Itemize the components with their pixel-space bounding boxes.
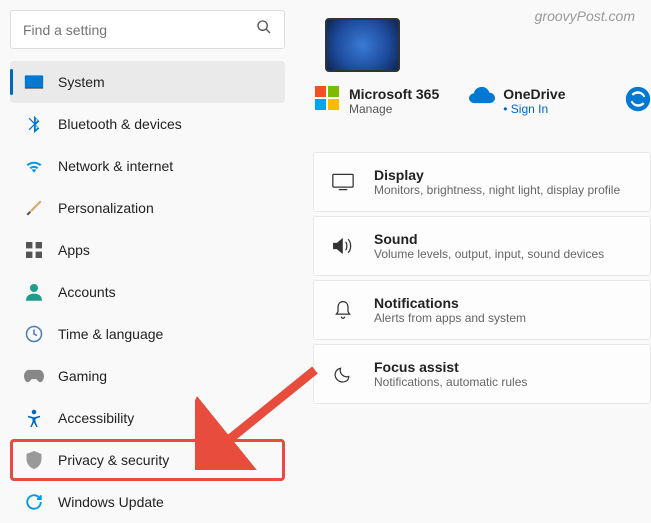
- service-microsoft365[interactable]: Microsoft 365 Manage: [315, 86, 439, 116]
- sidebar-item-accounts[interactable]: Accounts: [10, 271, 285, 313]
- gamepad-icon: [24, 366, 44, 386]
- sync-icon[interactable]: [625, 86, 651, 112]
- sidebar-item-gaming[interactable]: Gaming: [10, 355, 285, 397]
- apps-icon: [24, 240, 44, 260]
- search-input[interactable]: [23, 22, 256, 38]
- main-content: Microsoft 365 Manage OneDrive Sign In Di…: [295, 0, 651, 513]
- moon-icon: [332, 363, 354, 385]
- sidebar-item-label: Windows Update: [58, 494, 164, 510]
- search-box[interactable]: [10, 10, 285, 49]
- bluetooth-icon: [24, 114, 44, 134]
- search-icon: [256, 19, 272, 40]
- onedrive-icon: [469, 86, 493, 110]
- sound-icon: [332, 235, 354, 257]
- card-focus-assist[interactable]: Focus assist Notifications, automatic ru…: [313, 344, 651, 404]
- card-sound[interactable]: Sound Volume levels, output, input, soun…: [313, 216, 651, 276]
- card-display[interactable]: Display Monitors, brightness, night ligh…: [313, 152, 651, 212]
- service-sub: Manage: [349, 102, 439, 116]
- card-notifications[interactable]: Notifications Alerts from apps and syste…: [313, 280, 651, 340]
- wifi-icon: [24, 156, 44, 176]
- sidebar-item-privacy-security[interactable]: Privacy & security: [10, 439, 285, 481]
- sidebar-item-accessibility[interactable]: Accessibility: [10, 397, 285, 439]
- accessibility-icon: [24, 408, 44, 428]
- system-icon: [24, 72, 44, 92]
- sidebar-item-label: Accounts: [58, 284, 116, 300]
- sidebar-item-label: System: [58, 74, 105, 90]
- shield-icon: [24, 450, 44, 470]
- sidebar-item-label: Accessibility: [58, 410, 134, 426]
- card-title: Focus assist: [374, 359, 527, 375]
- update-icon: [24, 492, 44, 512]
- display-icon: [332, 171, 354, 193]
- service-title: OneDrive: [503, 86, 565, 102]
- sidebar-item-label: Network & internet: [58, 158, 173, 174]
- bell-icon: [332, 299, 354, 321]
- person-icon: [24, 282, 44, 302]
- sidebar-item-apps[interactable]: Apps: [10, 229, 285, 271]
- card-title: Sound: [374, 231, 604, 247]
- sidebar-item-bluetooth[interactable]: Bluetooth & devices: [10, 103, 285, 145]
- sidebar-item-label: Personalization: [58, 200, 154, 216]
- sidebar: System Bluetooth & devices Network & int…: [0, 0, 295, 513]
- sidebar-item-label: Gaming: [58, 368, 107, 384]
- sidebar-item-windows-update[interactable]: Windows Update: [10, 481, 285, 523]
- card-sub: Monitors, brightness, night light, displ…: [374, 183, 620, 197]
- account-image[interactable]: [325, 18, 400, 72]
- service-sub[interactable]: Sign In: [503, 102, 565, 116]
- sidebar-item-time-language[interactable]: Time & language: [10, 313, 285, 355]
- service-onedrive[interactable]: OneDrive Sign In: [469, 86, 565, 116]
- sidebar-item-label: Privacy & security: [58, 452, 169, 468]
- sidebar-item-network[interactable]: Network & internet: [10, 145, 285, 187]
- card-sub: Notifications, automatic rules: [374, 375, 527, 389]
- sidebar-item-system[interactable]: System: [10, 61, 285, 103]
- card-sub: Alerts from apps and system: [374, 311, 526, 325]
- sidebar-item-label: Apps: [58, 242, 90, 258]
- card-sub: Volume levels, output, input, sound devi…: [374, 247, 604, 261]
- clock-icon: [24, 324, 44, 344]
- card-title: Display: [374, 167, 620, 183]
- sidebar-item-label: Time & language: [58, 326, 163, 342]
- watermark-text: groovyPost.com: [535, 8, 635, 24]
- brush-icon: [24, 198, 44, 218]
- sidebar-item-personalization[interactable]: Personalization: [10, 187, 285, 229]
- service-title: Microsoft 365: [349, 86, 439, 102]
- sidebar-item-label: Bluetooth & devices: [58, 116, 182, 132]
- card-title: Notifications: [374, 295, 526, 311]
- microsoft-logo-icon: [315, 86, 339, 110]
